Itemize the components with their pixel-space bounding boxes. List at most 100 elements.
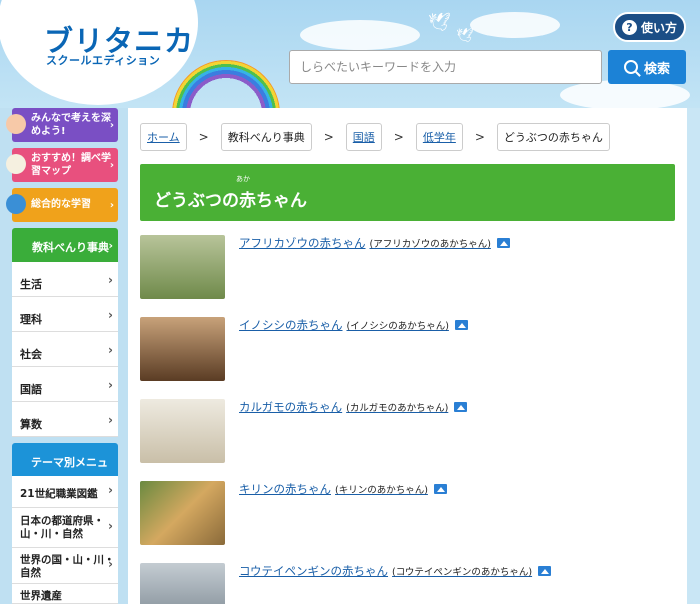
subject-label: 理科 [20,313,42,326]
bird-icon: 🕊 [428,12,451,33]
sidebar-item-world-heritage[interactable]: 世界遺産 [12,584,118,604]
article-title: キリンの赤ちゃん [239,482,331,496]
giraffe-thumbnail[interactable] [140,481,225,545]
article-link[interactable]: カルガモの赤ちゃん (カルガモのあかちゃん) [239,399,468,415]
list-item: イノシシの赤ちゃん (イノシシのあかちゃん) [140,317,675,381]
help-button[interactable]: ? 使い方 [613,12,686,42]
subject-label: 国語 [20,383,42,396]
boar-thumbnail[interactable] [140,317,225,381]
chevron-right-icon: › [108,343,113,357]
sidebar-item-seikatsu[interactable]: 生活 › [12,262,118,297]
image-icon [538,566,552,576]
subject-label: 算数 [20,418,42,431]
search-button-label: 検索 [643,61,670,77]
cloud-decoration [470,12,560,38]
category-header[interactable]: 教科べんり事典 › [12,228,118,262]
sidebar-item-careers[interactable]: 21世紀職業図鑑 › [12,476,118,508]
page-title-furigana: あか [236,175,250,183]
chevron-right-icon: › [109,200,114,211]
article-link[interactable]: コウテイペンギンの赤ちゃん (コウテイペンギンのあかちゃん) [239,563,552,579]
theme-label: 21世紀職業図鑑 [20,488,98,500]
chevron-right-icon: › [108,308,113,322]
children-icon [6,114,26,134]
breadcrumb-category: 教科べんり事典 [220,123,312,151]
sidebar-item-prefectures[interactable]: 日本の都道府県・山・川・自然 › [12,508,118,548]
search-input[interactable] [289,50,602,84]
chevron-right-icon: › [109,120,114,131]
chevron-right-icon: › [108,378,113,392]
theme-label: 世界遺産 [20,590,62,602]
image-icon [454,402,468,412]
breadcrumb-separator: > [198,130,209,144]
duck-thumbnail[interactable] [140,399,225,463]
sidebar-item-shakai[interactable]: 社会 › [12,332,118,367]
article-link[interactable]: アフリカゾウの赤ちゃん (アフリカゾウのあかちゃん) [239,235,510,251]
breadcrumb-separator: > [474,130,485,144]
article-link[interactable]: キリンの赤ちゃん (キリンのあかちゃん) [239,481,447,497]
article-title: カルガモの赤ちゃん [239,400,343,414]
search-button[interactable]: 検索 [608,50,686,84]
promo-research-map[interactable]: おすすめ！調べ学習マップ › [6,148,118,182]
article-link[interactable]: イノシシの赤ちゃん (イノシシのあかちゃん) [239,317,468,333]
breadcrumb-separator: > [393,130,404,144]
article-kana: (イノシシのあかちゃん) [346,321,449,332]
page-title-bar: あか どうぶつの赤ちゃん [140,164,675,221]
chevron-right-icon: › [108,273,113,287]
page-scrollbar[interactable] [687,108,700,604]
image-icon [496,238,510,248]
chevron-right-icon: › [109,160,114,171]
sidebar: みんなで考えを深めよう! › おすすめ！調べ学習マップ › 総合的な学習 › 教… [6,108,118,604]
chevron-right-icon: › [108,482,113,497]
breadcrumb-home[interactable]: ホーム [140,123,187,151]
elephant-thumbnail[interactable] [140,235,225,299]
breadcrumb-subject[interactable]: 国語 [345,123,382,151]
help-label: 使い方 [640,20,677,35]
promo-label: 総合的な学習 [31,199,91,210]
chevron-down-icon: › [108,239,113,252]
subject-label: 社会 [20,348,42,361]
list-item: アフリカゾウの赤ちゃん (アフリカゾウのあかちゃん) [140,235,675,299]
image-icon [433,484,447,494]
chevron-right-icon: › [108,518,113,533]
breadcrumb: ホーム > 教科べんり事典 > 国語 > 低学年 > どうぶつの赤ちゃん [140,123,610,151]
sidebar-item-kokugo[interactable]: 国語 › [12,367,118,402]
promo-label: みんなで考えを深めよう! [31,113,111,137]
list-item: カルガモの赤ちゃん (カルガモのあかちゃん) [140,399,675,463]
chevron-right-icon: › [108,556,113,571]
bird-icon: 🕊 [456,28,474,44]
chevron-right-icon: › [108,413,113,427]
book-icon [6,154,26,174]
penguin-thumbnail[interactable] [140,563,225,604]
image-icon [454,320,468,330]
breadcrumb-grade[interactable]: 低学年 [415,123,463,151]
article-kana: (カルガモのあかちゃん) [346,403,449,414]
article-kana: (キリンのあかちゃん) [335,485,428,496]
promo-think-together[interactable]: みんなで考えを深めよう! › [6,108,118,142]
subject-label: 生活 [20,278,42,291]
site-header: ブリタニカ スクールエディション 🕊 🕊 ? 使い方 検索 [0,0,700,168]
article-title: アフリカゾウの赤ちゃん [239,236,366,250]
page-title: どうぶつの赤ちゃん [154,191,307,211]
sidebar-item-rika[interactable]: 理科 › [12,297,118,332]
breadcrumb-separator: > [323,130,334,144]
site-logo-subtitle: スクールエディション [46,54,161,67]
cloud-decoration [300,20,420,50]
cloud-decoration [560,80,690,110]
category-title: 教科べんり事典 [32,241,109,254]
theme-label: 世界の国・山・川・自然 [20,554,115,579]
breadcrumb-current: どうぶつの赤ちゃん [496,123,610,151]
article-kana: (コウテイペンギンのあかちゃん) [392,567,533,578]
theme-label: 日本の都道府県・山・川・自然 [20,515,104,540]
article-title: コウテイペンギンの赤ちゃん [239,564,389,578]
sidebar-item-sansu[interactable]: 算数 › [12,402,118,437]
promo-label: おすすめ！調べ学習マップ [31,153,111,177]
list-item: キリンの赤ちゃん (キリンのあかちゃん) [140,481,675,545]
promo-integrated-study[interactable]: 総合的な学習 › [6,188,118,222]
theme-menu-header[interactable]: テーマ別メニュー [12,443,118,485]
sidebar-item-world-countries[interactable]: 世界の国・山・川・自然 › [12,548,118,584]
question-icon: ? [621,19,637,35]
article-title: イノシシの赤ちゃん [239,318,343,332]
main-content: ホーム > 教科べんり事典 > 国語 > 低学年 > どうぶつの赤ちゃん あか … [128,108,687,604]
article-kana: (アフリカゾウのあかちゃん) [369,239,491,250]
search-icon [623,60,638,74]
